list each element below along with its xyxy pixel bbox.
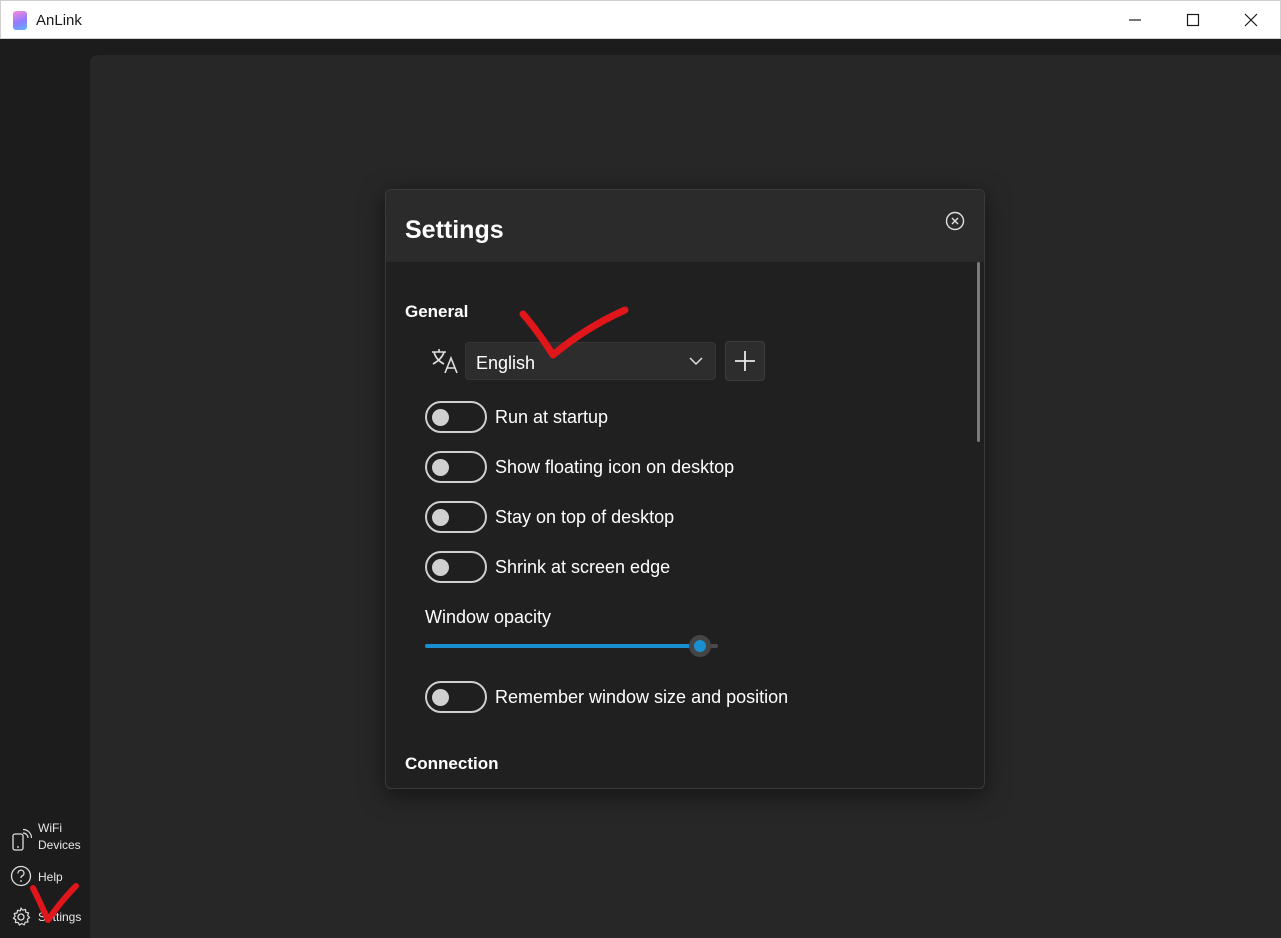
language-select[interactable]: English (465, 342, 716, 380)
toggle-row-stay-on-top: Stay on top of desktop (425, 501, 945, 533)
toggle-row-shrink-edge: Shrink at screen edge (425, 551, 945, 583)
plus-icon (735, 351, 755, 371)
translate-icon (432, 349, 458, 374)
sidebar-item-settings[interactable]: Settings (0, 905, 90, 929)
close-dialog-icon[interactable] (944, 210, 966, 232)
sidebar-label-settings: Settings (38, 910, 82, 924)
window-title: AnLink (36, 12, 82, 29)
stay-on-top-label: Stay on top of desktop (495, 507, 675, 527)
general-heading: General (405, 302, 469, 321)
shrink-edge-label: Shrink at screen edge (495, 557, 671, 577)
floating-icon-label: Show floating icon on desktop (495, 457, 735, 477)
slider-fill (425, 644, 701, 648)
toggle-row-run-at-startup: Run at startup (425, 401, 945, 433)
stay-on-top-toggle[interactable] (425, 501, 487, 533)
sidebar-item-help[interactable]: Help (0, 865, 90, 889)
floating-icon-toggle[interactable] (425, 451, 487, 483)
app-logo-icon (13, 11, 27, 30)
toggle-knob (432, 509, 449, 526)
scrollbar-thumb[interactable] (977, 262, 980, 442)
title-bar: AnLink (0, 0, 1281, 39)
remember-window-label: Remember window size and position (495, 687, 789, 707)
maximize-icon (1186, 13, 1200, 27)
phone-wifi-icon (12, 828, 32, 851)
gear-icon (12, 907, 31, 926)
window-opacity-slider[interactable] (425, 635, 718, 657)
settings-dialog: Settings General English Run at startup … (385, 189, 985, 789)
sidebar-label-wifi: WiFi (38, 821, 62, 835)
toggle-row-floating-icon: Show floating icon on desktop (425, 451, 945, 483)
language-value: English (476, 353, 536, 373)
sidebar-label-devices: Devices (38, 838, 81, 852)
toggle-knob (432, 459, 449, 476)
toggle-knob (432, 689, 449, 706)
add-language-button[interactable] (725, 341, 765, 381)
toggle-knob (432, 559, 449, 576)
minimize-icon (1129, 19, 1141, 21)
maximize-button[interactable] (1164, 1, 1222, 39)
connection-heading: Connection (405, 754, 499, 773)
help-icon (10, 865, 32, 887)
sidebar: WiFi Devices Help Settings (0, 39, 90, 938)
close-window-button[interactable] (1222, 1, 1280, 39)
minimize-button[interactable] (1106, 1, 1164, 39)
toggle-knob (432, 409, 449, 426)
sidebar-item-wifi-devices[interactable]: WiFi Devices (0, 819, 90, 859)
chevron-down-icon (689, 357, 703, 366)
close-icon (1244, 13, 1258, 27)
sidebar-label-help: Help (38, 870, 63, 884)
toggle-row-remember-window: Remember window size and position (425, 681, 945, 713)
run-at-startup-label: Run at startup (495, 407, 609, 427)
remember-window-toggle[interactable] (425, 681, 487, 713)
shrink-edge-toggle[interactable] (425, 551, 487, 583)
run-at-startup-toggle[interactable] (425, 401, 487, 433)
window-opacity-label: Window opacity (425, 607, 552, 627)
dialog-header: Settings (386, 190, 984, 262)
slider-thumb[interactable] (689, 635, 712, 657)
dialog-title: Settings (405, 216, 504, 244)
